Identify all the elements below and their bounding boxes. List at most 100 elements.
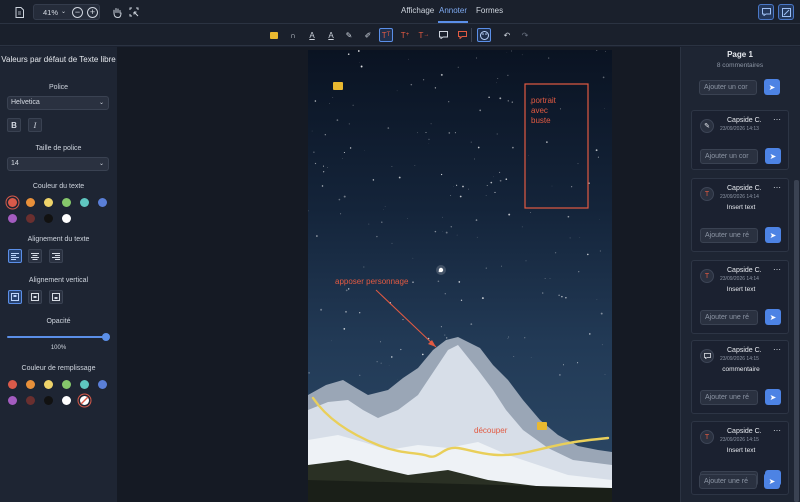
valign-bottom-icon[interactable] (49, 290, 63, 304)
send-icon[interactable]: ➤ (765, 148, 781, 164)
redo-icon[interactable]: ↷ (518, 28, 532, 42)
send-icon[interactable]: ➤ (764, 473, 780, 489)
more-options-icon[interactable]: ⋯ (773, 265, 781, 274)
fill-color-swatch[interactable] (8, 380, 17, 389)
comment-card[interactable]: T Capside C. 23/09/2026 14:14 ⋯ Insert text A… (691, 260, 789, 334)
page-title: Page 1 (727, 50, 753, 59)
align-center-icon[interactable] (28, 249, 42, 263)
annotation-line: portrait (531, 96, 556, 105)
zoom-in-icon[interactable]: + (87, 7, 98, 18)
highlighter-tool-icon[interactable]: ✐ (361, 28, 375, 42)
comment-card[interactable]: T Capside C. 23/09/2026 14:14 ⋯ Insert text A… (691, 178, 789, 252)
more-options-icon[interactable]: ⋯ (773, 426, 781, 435)
text-color-swatch[interactable] (44, 214, 53, 223)
file-icon[interactable] (11, 4, 27, 20)
callout-tool-icon[interactable] (455, 28, 469, 42)
insert-text-tool-icon[interactable]: T + (398, 28, 412, 42)
text-color-swatch[interactable] (62, 214, 71, 223)
comment-card[interactable]: Capside C. 23/09/2026 14:15 ⋯ commentaire Aj… (691, 340, 789, 414)
reply-input[interactable]: Ajouter une ré (700, 310, 758, 325)
zoom-out-icon[interactable]: − (72, 7, 83, 18)
reply-input[interactable]: Ajouter une ré (700, 390, 758, 405)
fill-color-swatch[interactable] (8, 396, 17, 405)
text-highlight-icon[interactable]: A (305, 28, 319, 42)
pen-tool-icon[interactable]: ✎ (342, 28, 356, 42)
comment-date: 23/09/2026 14:15 (720, 437, 759, 443)
select-crop-icon[interactable] (126, 4, 142, 20)
tab-annoter[interactable]: Annoter (439, 6, 467, 15)
send-icon[interactable]: ➤ (765, 227, 781, 243)
fill-color-swatch[interactable] (80, 380, 89, 389)
text-color-swatch[interactable] (80, 198, 89, 207)
font-select[interactable]: Helvetica ⌄ (7, 96, 109, 110)
comment-tool-icon[interactable] (436, 28, 450, 42)
text-color-swatch[interactable] (8, 198, 17, 207)
reply-input[interactable]: Ajouter un cor (700, 149, 758, 164)
font-select-value: Helvetica (11, 99, 40, 106)
tab-formes[interactable]: Formes (476, 6, 503, 15)
comment-body: Insert text (726, 286, 756, 293)
undo-icon[interactable]: ↶ (500, 28, 514, 42)
comment-author: Capside C. (727, 267, 762, 274)
draw-panel-icon[interactable] (778, 4, 794, 20)
text-defaults-panel (0, 47, 117, 502)
fill-color-swatch[interactable] (98, 380, 107, 389)
reply-input[interactable]: Ajouter une ré (700, 228, 758, 243)
reply-input[interactable]: Ajouter une ré (699, 474, 757, 489)
bold-button[interactable]: B (7, 118, 21, 132)
more-options-icon[interactable]: ⋯ (773, 115, 781, 124)
zoom-value[interactable]: 41% (43, 8, 58, 17)
fill-color-swatch[interactable] (26, 380, 35, 389)
note-tool-icon[interactable] (267, 28, 281, 42)
text-color-swatch[interactable] (44, 198, 53, 207)
italic-button[interactable]: I (28, 118, 42, 132)
align-right-icon[interactable] (49, 249, 63, 263)
more-options-icon[interactable]: ⋯ (773, 183, 781, 192)
send-icon[interactable]: ➤ (765, 389, 781, 405)
send-icon[interactable]: ➤ (764, 79, 780, 95)
comment-reply-row: Ajouter un cor ➤ (691, 74, 789, 102)
opacity-slider-thumb[interactable] (102, 333, 110, 341)
chevron-down-icon[interactable]: ⌄ (61, 8, 66, 15)
font-size-select[interactable]: 14 ⌄ (7, 157, 109, 171)
align-left-icon[interactable] (8, 249, 22, 263)
fill-color-swatch[interactable] (62, 396, 71, 405)
hand-icon[interactable] (109, 4, 125, 20)
palette-icon[interactable] (477, 28, 491, 42)
text-color-swatch[interactable] (8, 214, 17, 223)
note-marker-icon[interactable] (537, 422, 547, 430)
text-color-swatch[interactable] (98, 198, 107, 207)
replace-text-tool-icon[interactable]: T → (417, 28, 431, 42)
comments-panel-icon[interactable] (758, 4, 774, 20)
zoom-control: 41% ⌄ − + (33, 4, 100, 20)
fill-color-swatch[interactable] (26, 396, 35, 405)
annotation-box-text[interactable]: portrait avec buste (531, 96, 556, 126)
fill-color-swatch[interactable] (62, 380, 71, 389)
tab-affichage[interactable]: Affichage (401, 6, 434, 15)
comment-icon (700, 349, 714, 363)
annotation-cut-text[interactable]: découper (474, 426, 507, 436)
free-text-tool-icon[interactable]: TT (379, 28, 393, 42)
fill-color-swatch[interactable] (44, 396, 53, 405)
text-underline-icon[interactable]: A (324, 28, 338, 42)
text-color-swatch[interactable] (26, 214, 35, 223)
send-icon[interactable]: ➤ (765, 309, 781, 325)
annotation-arrow-text[interactable]: apposer personnage (335, 277, 408, 287)
comment-body: Insert text (726, 447, 756, 454)
fill-color-swatch[interactable] (44, 380, 53, 389)
more-options-icon[interactable]: ⋯ (773, 345, 781, 354)
text-color-swatch[interactable] (62, 198, 71, 207)
reply-input[interactable]: Ajouter un cor (699, 80, 757, 95)
text-color-swatch[interactable] (26, 198, 35, 207)
no-fill-swatch[interactable] (80, 396, 89, 405)
valign-middle-icon[interactable] (28, 290, 42, 304)
opacity-slider-track[interactable] (7, 336, 106, 338)
arc-tool-icon[interactable]: ∩ (286, 28, 300, 42)
comment-card[interactable]: ✎ Capside C. 23/09/2026 14:13 ⋯ Ajouter un c… (691, 110, 789, 170)
comments-scrollbar[interactable] (794, 180, 799, 502)
text-align-label: Alignement du texte (27, 236, 90, 243)
chevron-down-icon: ⌄ (98, 161, 104, 167)
valign-top-icon[interactable] (8, 290, 22, 304)
note-marker-icon[interactable] (333, 82, 343, 90)
fill-color-label: Couleur de remplissage (21, 365, 96, 372)
